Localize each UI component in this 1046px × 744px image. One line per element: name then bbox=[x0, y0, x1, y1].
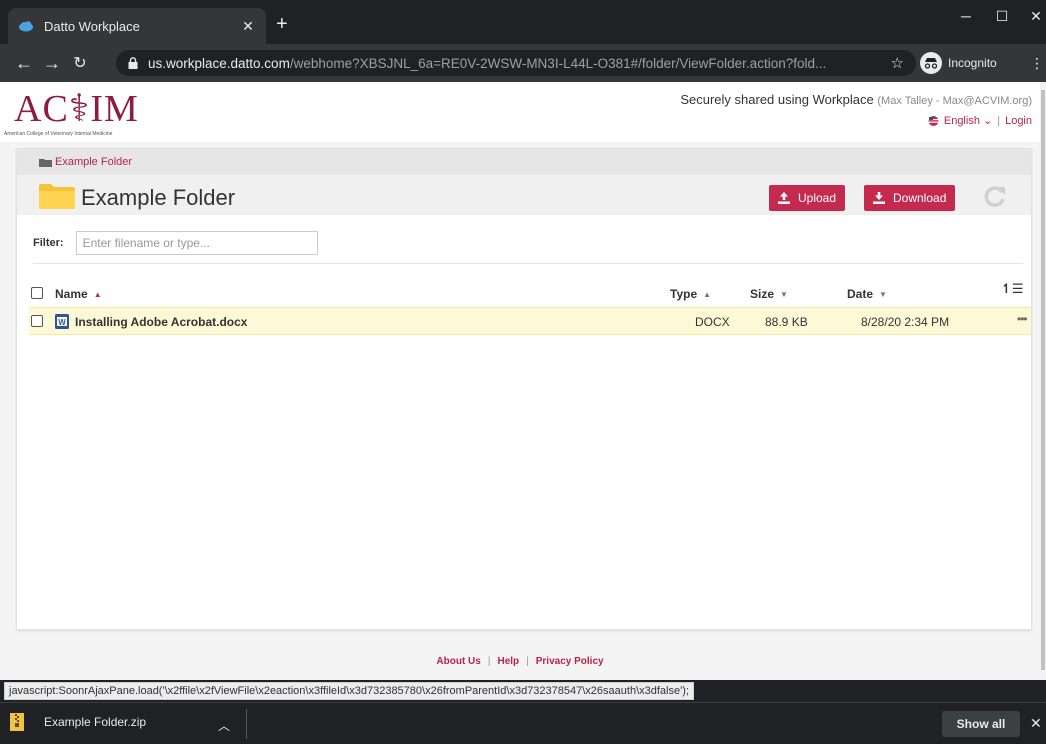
row-checkbox[interactable] bbox=[31, 315, 43, 327]
file-date: 8/28/20 2:34 PM bbox=[861, 315, 950, 329]
select-all-checkbox-wrap bbox=[31, 287, 43, 299]
upload-button[interactable]: Upload bbox=[769, 185, 846, 211]
status-bar-url: javascript:SoonrAjaxPane.load('\x2ffile\… bbox=[4, 682, 694, 700]
help-link[interactable]: Help bbox=[497, 656, 519, 667]
scrollbar-thumb[interactable] bbox=[1041, 90, 1045, 670]
sort-desc-icon: ▼ bbox=[879, 289, 887, 299]
url-text: us.workplace.datto.com/webhome?XBSJNL_6a… bbox=[148, 55, 827, 71]
column-size[interactable]: Size ▼ bbox=[750, 287, 788, 301]
breadcrumb-link[interactable]: Example Folder bbox=[55, 156, 132, 168]
chevron-up-icon[interactable]: ︿ bbox=[218, 717, 230, 734]
svg-text:W: W bbox=[58, 318, 66, 327]
download-item[interactable]: Example Folder.zip bbox=[10, 713, 146, 731]
login-link[interactable]: Login bbox=[1005, 115, 1032, 127]
file-size: 88.9 KB bbox=[765, 315, 808, 329]
download-icon bbox=[873, 192, 885, 204]
browser-tab[interactable]: Datto Workplace ✕ bbox=[8, 8, 266, 44]
incognito-indicator[interactable]: Incognito bbox=[920, 52, 997, 74]
column-date[interactable]: Date ▼ bbox=[847, 287, 887, 301]
browser-toolbar: ← → ↻ us.workplace.datto.com/webhome?XBS… bbox=[0, 44, 1046, 82]
breadcrumb-folder-icon bbox=[39, 158, 52, 167]
show-all-button[interactable]: Show all bbox=[942, 711, 1020, 737]
sort-asc-icon: ▲ bbox=[703, 289, 712, 299]
row-more-icon[interactable]: ••• bbox=[1017, 312, 1028, 326]
incognito-icon bbox=[920, 52, 942, 74]
filter-label: Filter: bbox=[33, 237, 64, 249]
file-type: DOCX bbox=[695, 315, 730, 329]
shelf-divider bbox=[246, 709, 247, 739]
language-login-bar: English ⌄ | Login bbox=[927, 114, 1032, 127]
window-close-icon[interactable]: ✕ bbox=[1026, 8, 1046, 25]
breadcrumb: Example Folder bbox=[17, 149, 1031, 175]
download-file-name: Example Folder.zip bbox=[44, 715, 147, 729]
address-bar[interactable]: us.workplace.datto.com/webhome?XBSJNL_6a… bbox=[116, 50, 916, 76]
logo-subtitle: American College of Veterinary Internal … bbox=[4, 131, 113, 137]
about-us-link[interactable]: About Us bbox=[436, 656, 480, 667]
back-arrow-icon[interactable]: ← bbox=[10, 53, 38, 74]
minimize-icon[interactable]: ─ bbox=[956, 8, 976, 24]
reload-icon[interactable]: ↻ bbox=[66, 53, 94, 73]
datto-cloud-icon bbox=[19, 21, 33, 32]
upload-icon bbox=[778, 192, 790, 204]
download-shelf: Example Folder.zip ︿ Show all ✕ bbox=[0, 702, 1046, 744]
incognito-label: Incognito bbox=[948, 56, 997, 70]
sort-options-icon[interactable]: ↿☰ bbox=[1001, 281, 1024, 297]
us-flag-icon bbox=[928, 115, 939, 126]
forward-arrow-icon[interactable]: → bbox=[38, 53, 66, 74]
site-header: AC⚕IM American College of Veterinary Int… bbox=[0, 82, 1040, 142]
divider bbox=[33, 263, 1023, 264]
column-type[interactable]: Type ▲ bbox=[670, 287, 711, 301]
file-name-link[interactable]: Installing Adobe Acrobat.docx bbox=[75, 315, 247, 329]
browser-menu-icon[interactable]: ⋮ bbox=[1030, 55, 1044, 72]
lock-icon bbox=[128, 57, 138, 69]
page-viewport: AC⚕IM American College of Veterinary Int… bbox=[0, 82, 1040, 680]
table-row[interactable]: W Installing Adobe Acrobat.docx DOCX 88.… bbox=[29, 307, 1031, 335]
select-all-checkbox[interactable] bbox=[31, 287, 43, 299]
zip-file-icon bbox=[10, 713, 24, 731]
filter-input[interactable] bbox=[75, 231, 318, 255]
maximize-icon[interactable]: ☐ bbox=[992, 8, 1012, 25]
folder-panel: Example Folder Example Folder Upload Dow… bbox=[16, 148, 1032, 630]
privacy-policy-link[interactable]: Privacy Policy bbox=[536, 656, 604, 667]
sort-asc-icon: ▲ bbox=[93, 289, 102, 299]
tab-title: Datto Workplace bbox=[44, 18, 140, 34]
word-doc-icon: W bbox=[55, 314, 69, 329]
browser-tabstrip: Datto Workplace ✕ + ─ ☐ ✕ bbox=[0, 0, 1046, 44]
folder-icon bbox=[39, 184, 75, 209]
page-footer: About Us | Help | Privacy Policy bbox=[436, 655, 604, 667]
tab-close-icon[interactable]: ✕ bbox=[240, 18, 256, 35]
acvim-logo[interactable]: AC⚕IM bbox=[14, 86, 139, 131]
sort-desc-icon: ▼ bbox=[780, 289, 788, 299]
shared-by-user: (Max Talley - Max@ACVIM.org) bbox=[877, 95, 1032, 107]
shelf-close-icon[interactable]: ✕ bbox=[1030, 715, 1042, 732]
language-selector[interactable]: English ⌄ bbox=[944, 114, 992, 127]
secure-share-text: Securely shared using Workplace (Max Tal… bbox=[680, 92, 1032, 107]
filter-row: Filter: bbox=[33, 231, 318, 255]
bookmark-star-icon[interactable]: ☆ bbox=[891, 54, 904, 72]
download-button[interactable]: Download bbox=[864, 185, 956, 211]
refresh-icon[interactable] bbox=[983, 184, 1007, 208]
column-name[interactable]: Name ▲ bbox=[55, 287, 102, 301]
folder-title-bar: Example Folder Upload Download bbox=[17, 175, 1031, 215]
folder-title: Example Folder bbox=[81, 185, 236, 210]
new-tab-icon[interactable]: + bbox=[276, 14, 288, 34]
